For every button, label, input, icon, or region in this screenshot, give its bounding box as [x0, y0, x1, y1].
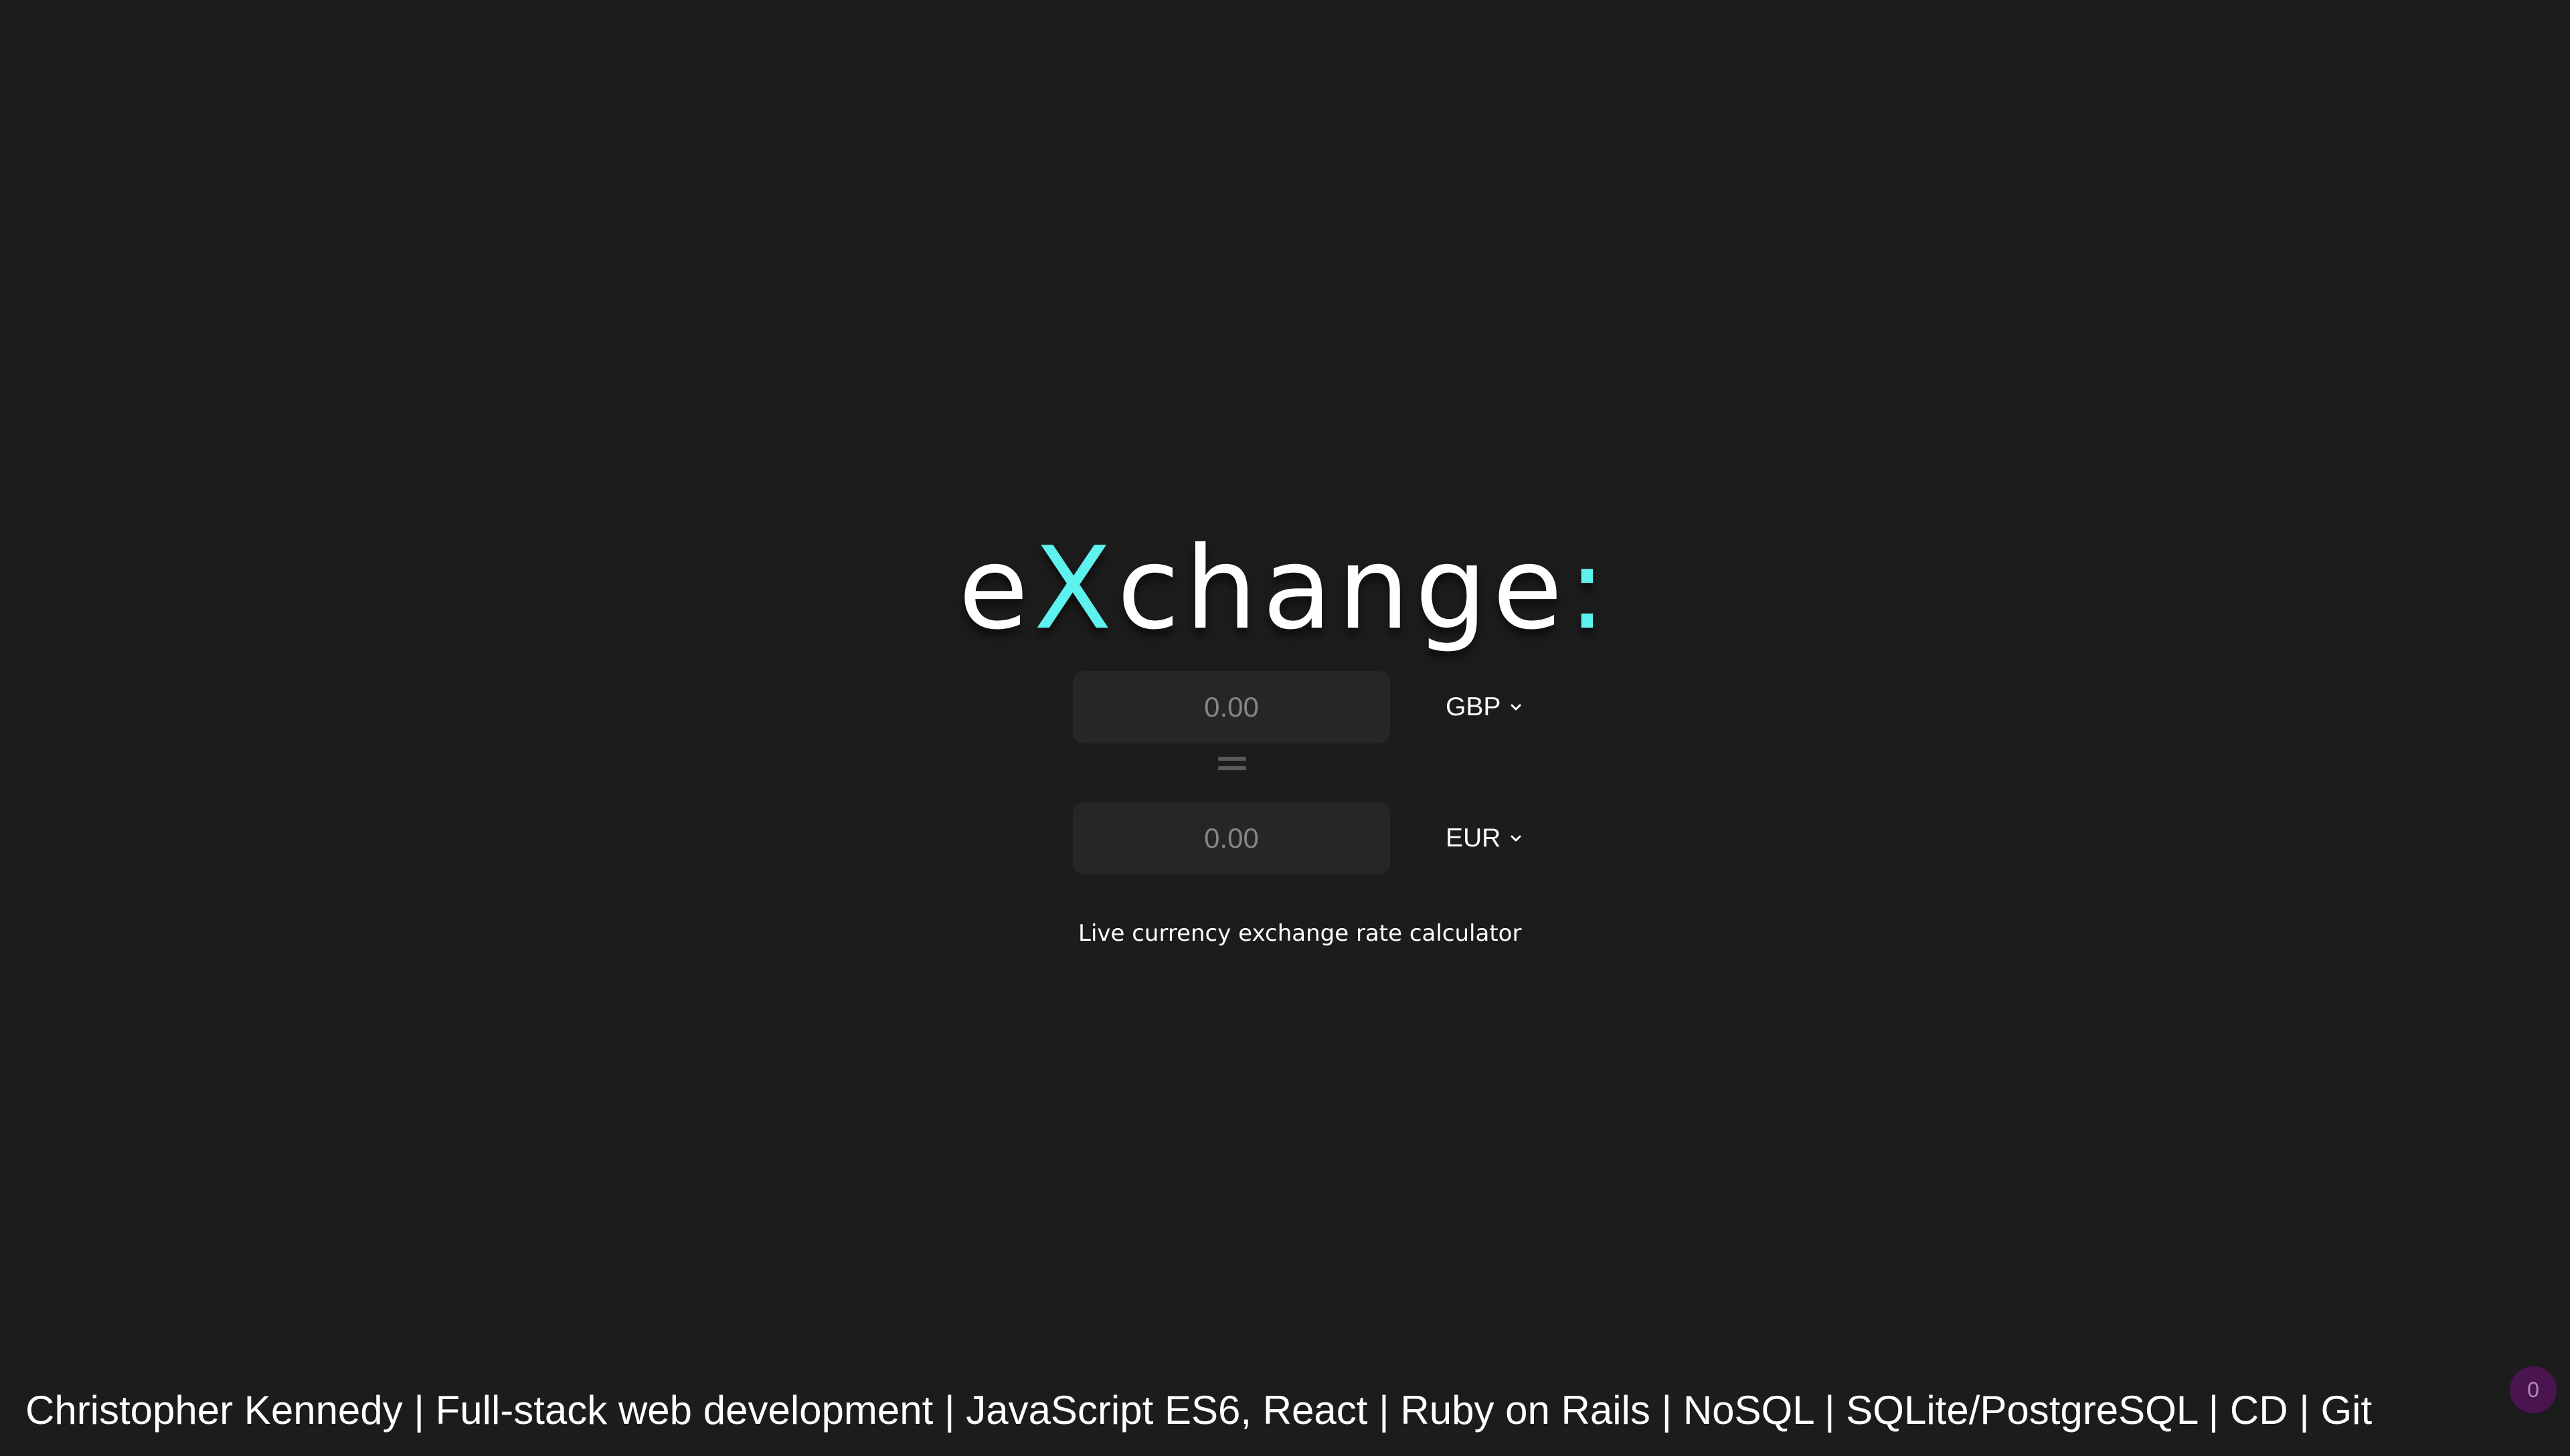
chevron-down-icon: [1511, 835, 1521, 842]
logo-part-1: e: [958, 523, 1034, 655]
currency-from-label: GBP: [1446, 693, 1501, 721]
currency-to-label: EUR: [1446, 824, 1501, 852]
equals-icon: [1218, 757, 1246, 774]
logo-accent-colon: :: [1567, 523, 1612, 655]
currency-to-select[interactable]: EUR: [1446, 802, 1523, 875]
notification-badge[interactable]: 0: [2510, 1366, 2557, 1413]
logo-accent-letter: X: [1033, 523, 1118, 655]
app-logo: eXchange:: [0, 522, 2570, 656]
amount-to-input[interactable]: [1073, 802, 1390, 875]
currency-from-select[interactable]: GBP: [1446, 671, 1523, 743]
page: eXchange: GBP EUR Live currency exchange…: [0, 0, 2570, 1456]
logo-part-2: change: [1117, 523, 1568, 655]
tagline: Live currency exchange rate calculator: [1078, 920, 1522, 947]
chevron-down-icon: [1511, 704, 1521, 711]
amount-from-input[interactable]: [1073, 671, 1390, 743]
footer-text: Christopher Kennedy | Full-stack web dev…: [25, 1388, 2373, 1433]
